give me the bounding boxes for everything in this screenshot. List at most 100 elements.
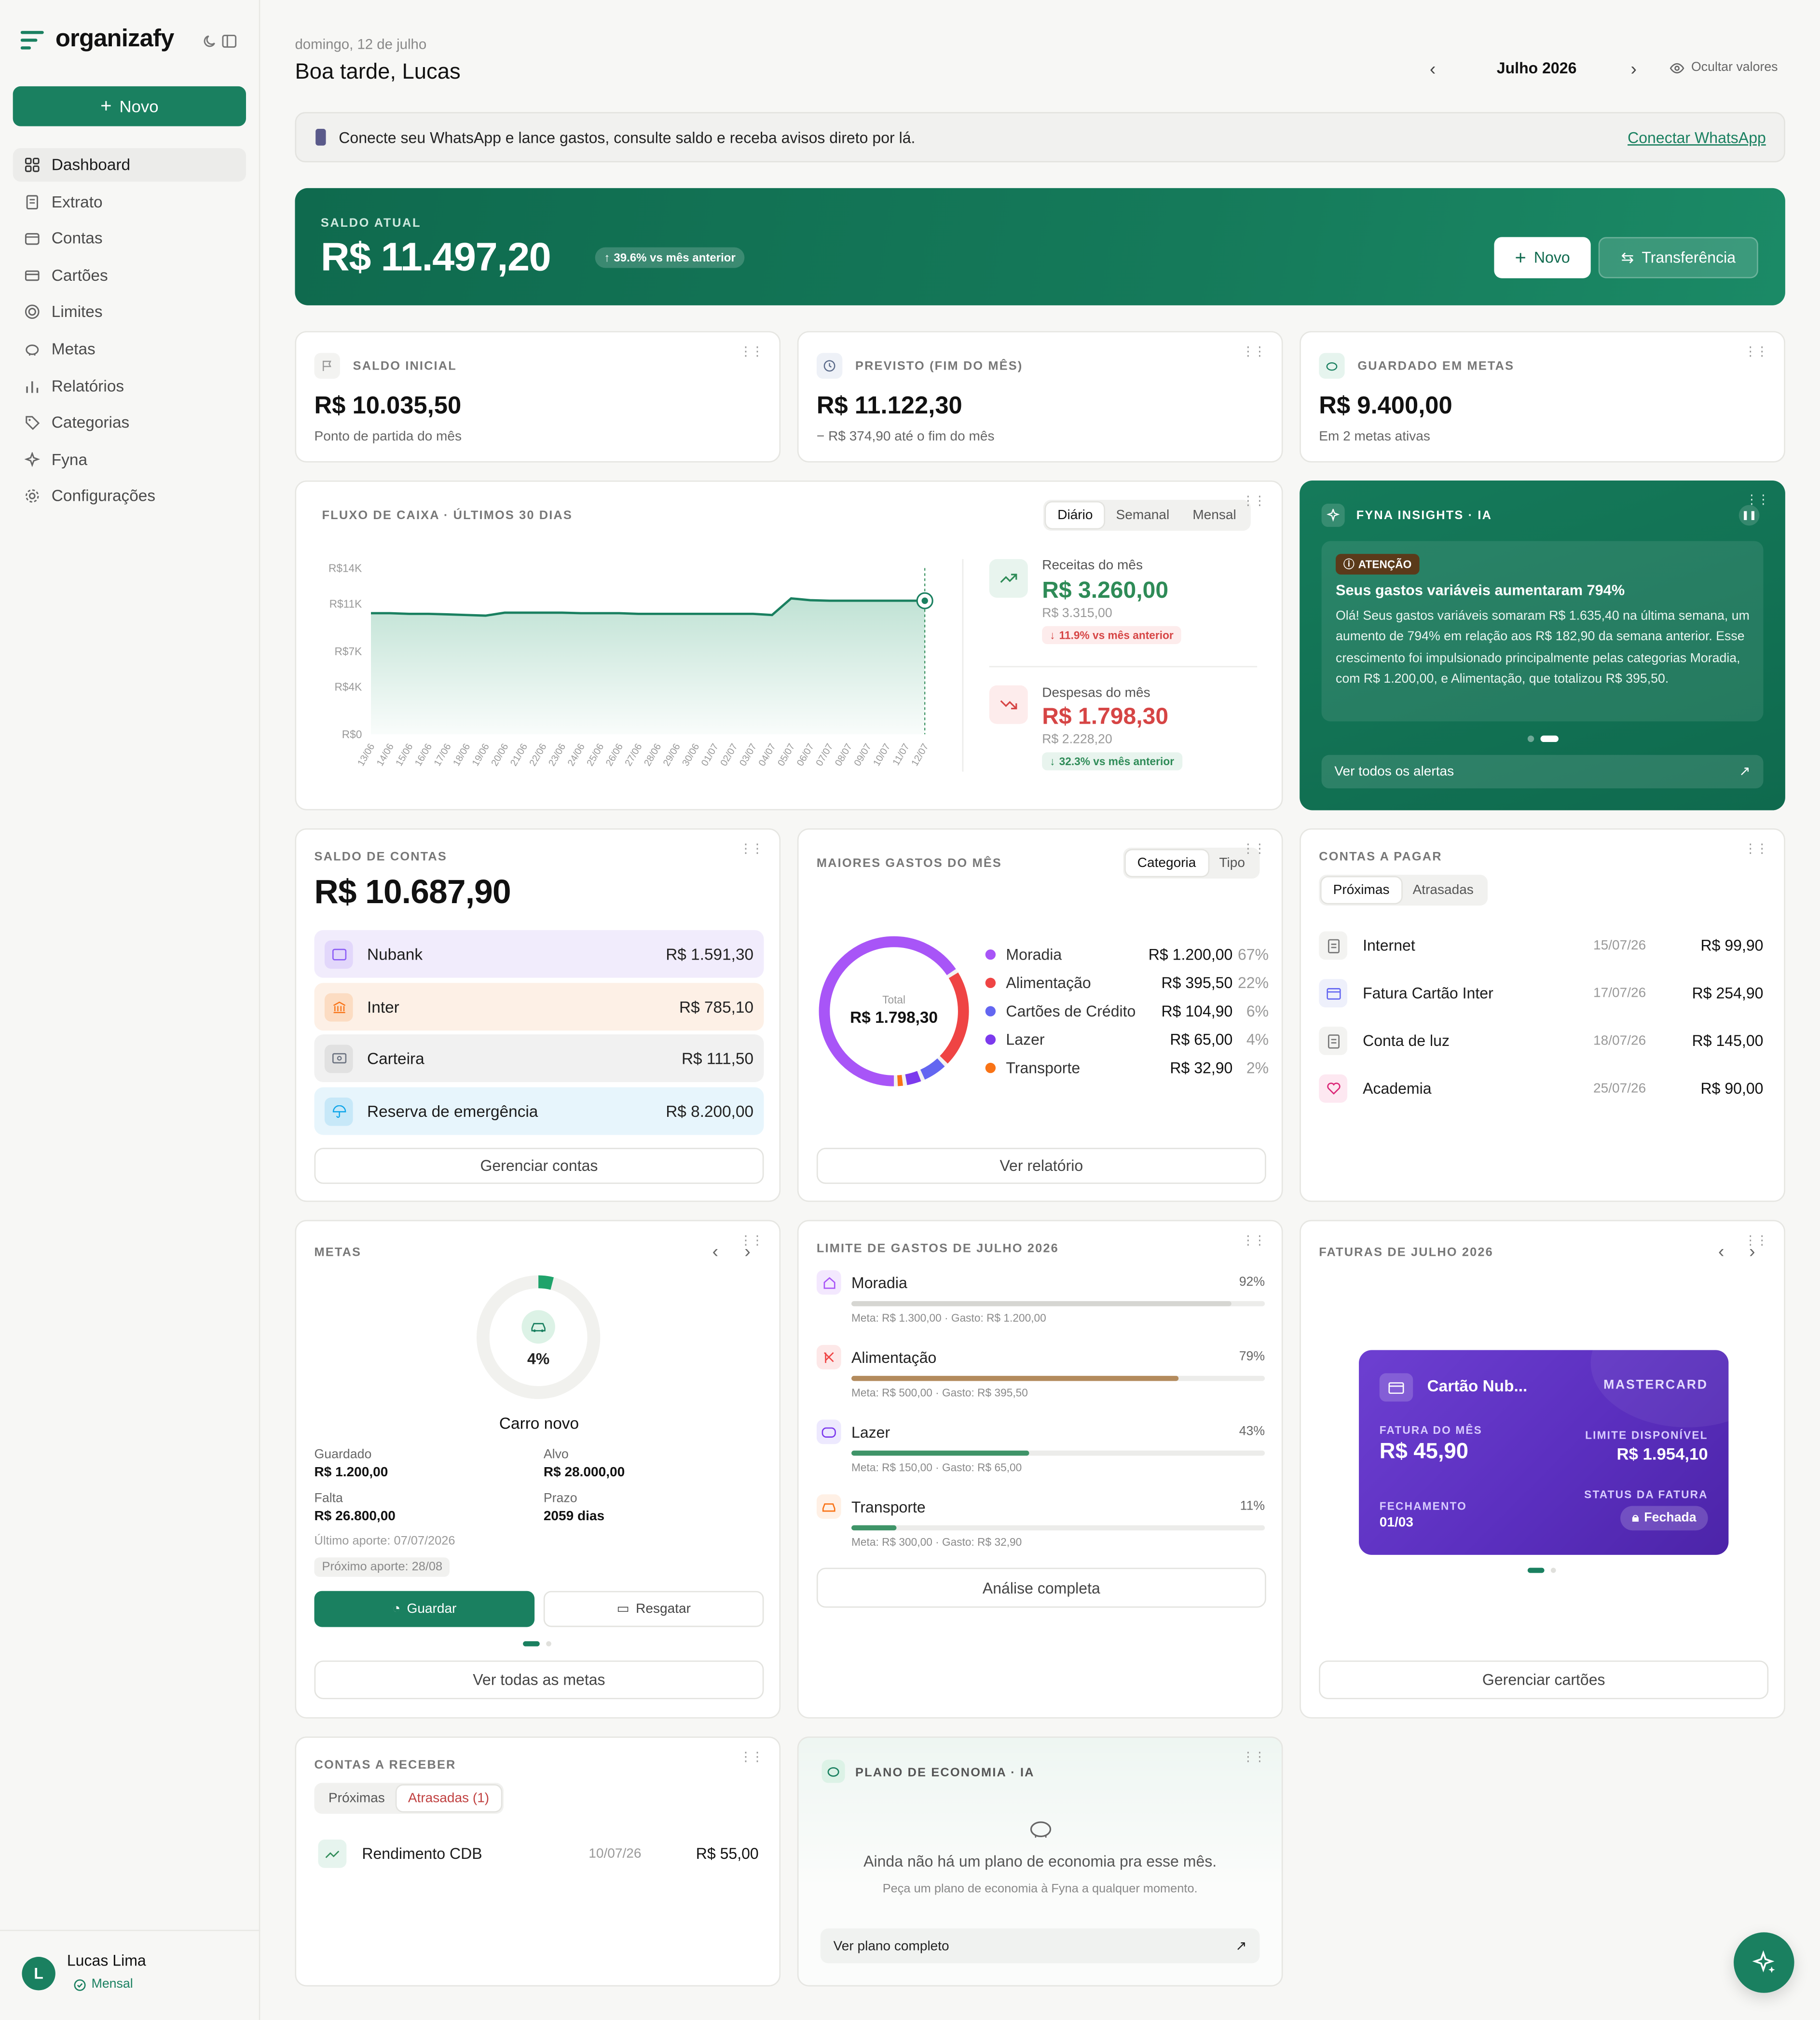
- tab-proximas[interactable]: Próximas: [317, 1786, 397, 1811]
- save-goal-button[interactable]: ◔Guardar: [315, 1591, 535, 1627]
- wallet-icon: [25, 231, 40, 246]
- carousel-dot-active[interactable]: [1541, 736, 1559, 742]
- account-row[interactable]: InterR$ 785,10: [315, 983, 764, 1031]
- tab-diario[interactable]: Diário: [1046, 502, 1104, 528]
- sidebar-item-dashboard[interactable]: Dashboard: [13, 148, 246, 181]
- carousel-dot[interactable]: [546, 1641, 551, 1647]
- theme-toggle[interactable]: [202, 33, 218, 49]
- drag-handle-icon[interactable]: ⋮⋮: [739, 1751, 763, 1765]
- legend-row[interactable]: Cartões de CréditoR$ 104,906%: [985, 1001, 1269, 1022]
- legend-row[interactable]: TransporteR$ 32,902%: [985, 1058, 1269, 1078]
- tab-atrasadas[interactable]: Atrasadas (1): [397, 1786, 501, 1811]
- sidebar-item-metas[interactable]: Metas: [13, 332, 246, 366]
- credit-card[interactable]: Cartão Nub... MASTERCARD FATURA DO MÊS R…: [1359, 1350, 1728, 1555]
- drag-handle-icon[interactable]: ⋮⋮: [1242, 1751, 1265, 1765]
- payable-row[interactable]: Conta de luz18/07/26R$ 145,00: [1319, 1025, 1763, 1056]
- prev-card-button[interactable]: ‹: [1718, 1240, 1724, 1261]
- y-tick-label: R$11K: [329, 597, 362, 610]
- account-row[interactable]: Reserva de emergênciaR$ 8.200,00: [315, 1087, 764, 1135]
- view-plan-link[interactable]: Ver plano completo↗: [821, 1928, 1260, 1963]
- sidebar-item-configuracoes[interactable]: Configurações: [13, 480, 246, 513]
- goal-saved-label: Guardado: [315, 1448, 372, 1462]
- sidebar-item-limites[interactable]: Limites: [13, 295, 246, 329]
- user-profile[interactable]: L Lucas Lima Mensal: [0, 1930, 260, 2020]
- payables-tabs: Próximas Atrasadas: [1319, 875, 1488, 906]
- income-value: R$ 3.260,00: [1042, 577, 1168, 604]
- prev-goal-button[interactable]: ‹: [712, 1240, 718, 1261]
- view-all-goals-button[interactable]: Ver todas as metas: [315, 1661, 764, 1699]
- tab-semanal[interactable]: Semanal: [1105, 502, 1181, 528]
- hide-values-button[interactable]: Ocultar valores: [1669, 60, 1778, 74]
- connect-whatsapp-link[interactable]: Conectar WhatsApp: [1628, 129, 1766, 147]
- next-month-button[interactable]: ›: [1630, 58, 1636, 79]
- legend-row[interactable]: MoradiaR$ 1.200,0067%: [985, 944, 1269, 965]
- drag-handle-icon[interactable]: ⋮⋮: [1744, 345, 1767, 359]
- goal-name: Carro novo: [315, 1415, 764, 1432]
- sidebar-panel-icon: [221, 33, 237, 49]
- arrow-down-icon: ↓: [1050, 755, 1055, 768]
- carousel-dot-active[interactable]: [1528, 1568, 1545, 1573]
- carousel-dot[interactable]: [1551, 1568, 1556, 1573]
- transfer-button[interactable]: ⇆Transferência: [1599, 237, 1758, 278]
- brand-logo[interactable]: organizafy: [21, 26, 174, 54]
- withdraw-goal-button[interactable]: ▭Resgatar: [544, 1591, 764, 1627]
- drag-handle-icon[interactable]: ⋮⋮: [739, 1234, 763, 1248]
- x-tick-label: 24/06: [566, 742, 587, 768]
- drag-handle-icon[interactable]: ⋮⋮: [1744, 1234, 1767, 1248]
- sidebar-item-relatorios[interactable]: Relatórios: [13, 369, 246, 402]
- page-title: Boa tarde, Lucas: [295, 59, 460, 85]
- drag-handle-icon[interactable]: ⋮⋮: [1744, 842, 1767, 856]
- sidebar-item-categorias[interactable]: Categorias: [13, 406, 246, 440]
- tab-atrasadas[interactable]: Atrasadas: [1401, 877, 1485, 903]
- sidebar-new-button[interactable]: +Novo: [13, 86, 246, 126]
- legend-name: Lazer: [1006, 1031, 1044, 1048]
- payable-row[interactable]: Academia25/07/26R$ 90,00: [1319, 1073, 1763, 1104]
- sidebar-item-extrato[interactable]: Extrato: [13, 185, 246, 218]
- limit-pct: 11%: [1240, 1499, 1265, 1513]
- manage-cards-button[interactable]: Gerenciar cartões: [1319, 1661, 1768, 1699]
- tab-categoria[interactable]: Categoria: [1126, 850, 1208, 876]
- drag-handle-icon[interactable]: ⋮⋮: [739, 345, 763, 359]
- legend-row[interactable]: AlimentaçãoR$ 395,5022%: [985, 973, 1269, 993]
- x-tick-label: 25/06: [585, 742, 606, 768]
- fyna-assistant-button[interactable]: [1734, 1932, 1794, 1993]
- carousel-dot-active[interactable]: [523, 1641, 540, 1647]
- chevron-left-icon: ‹: [1718, 1240, 1724, 1261]
- drag-handle-icon[interactable]: ⋮⋮: [1242, 1234, 1265, 1248]
- limit-row[interactable]: Transporte11%Meta: R$ 300,00 · Gasto: R$…: [817, 1494, 1265, 1548]
- collapse-sidebar-button[interactable]: [221, 33, 237, 49]
- drag-handle-icon[interactable]: ⋮⋮: [739, 842, 763, 856]
- prev-month-button[interactable]: ‹: [1430, 58, 1436, 79]
- full-analysis-button[interactable]: Análise completa: [817, 1568, 1266, 1608]
- tab-proximas[interactable]: Próximas: [1322, 877, 1401, 903]
- receivable-row[interactable]: Rendimento CDB10/07/26R$ 55,00: [318, 1838, 759, 1869]
- limit-row[interactable]: Lazer43%Meta: R$ 150,00 · Gasto: R$ 65,0…: [817, 1420, 1265, 1474]
- income-prev: R$ 3.315,00: [1042, 607, 1112, 621]
- payable-row[interactable]: Fatura Cartão Inter17/07/26R$ 254,90: [1319, 978, 1763, 1009]
- area-fill: [371, 598, 925, 734]
- carousel-dot[interactable]: [1528, 736, 1534, 742]
- account-row[interactable]: NubankR$ 1.591,30: [315, 930, 764, 978]
- sidebar-item-fyna[interactable]: Fyna: [13, 443, 246, 476]
- legend-row[interactable]: LazerR$ 65,004%: [985, 1029, 1269, 1050]
- limit-row[interactable]: Moradia92%Meta: R$ 1.300,00 · Gasto: R$ …: [817, 1270, 1265, 1324]
- limit-row[interactable]: Alimentação79%Meta: R$ 500,00 · Gasto: R…: [817, 1345, 1265, 1399]
- pause-button[interactable]: ❚❚: [1739, 505, 1760, 526]
- drag-handle-icon[interactable]: ⋮⋮: [1745, 494, 1768, 508]
- drag-handle-icon[interactable]: ⋮⋮: [1242, 495, 1265, 508]
- x-tick-label: 27/06: [623, 742, 644, 768]
- view-report-button[interactable]: Ver relatório: [817, 1148, 1266, 1184]
- view-alerts-link[interactable]: Ver todos os alertas↗: [1322, 755, 1764, 788]
- sidebar-item-cartoes[interactable]: Cartões: [13, 259, 246, 292]
- drag-handle-icon[interactable]: ⋮⋮: [1242, 842, 1265, 856]
- legend-dot: [985, 978, 996, 988]
- account-row[interactable]: CarteiraR$ 111,50: [315, 1034, 764, 1082]
- sidebar-nav: Dashboard Extrato Contas Cartões Limites…: [13, 148, 246, 517]
- hero-new-button[interactable]: +Novo: [1494, 237, 1590, 278]
- manage-accounts-button[interactable]: Gerenciar contas: [315, 1148, 764, 1184]
- drag-handle-icon[interactable]: ⋮⋮: [1242, 345, 1265, 359]
- sidebar-item-contas[interactable]: Contas: [13, 222, 246, 255]
- wallet-icon: ▭: [616, 1601, 629, 1617]
- payable-row[interactable]: Internet15/07/26R$ 99,90: [1319, 930, 1763, 961]
- tab-mensal[interactable]: Mensal: [1181, 502, 1247, 528]
